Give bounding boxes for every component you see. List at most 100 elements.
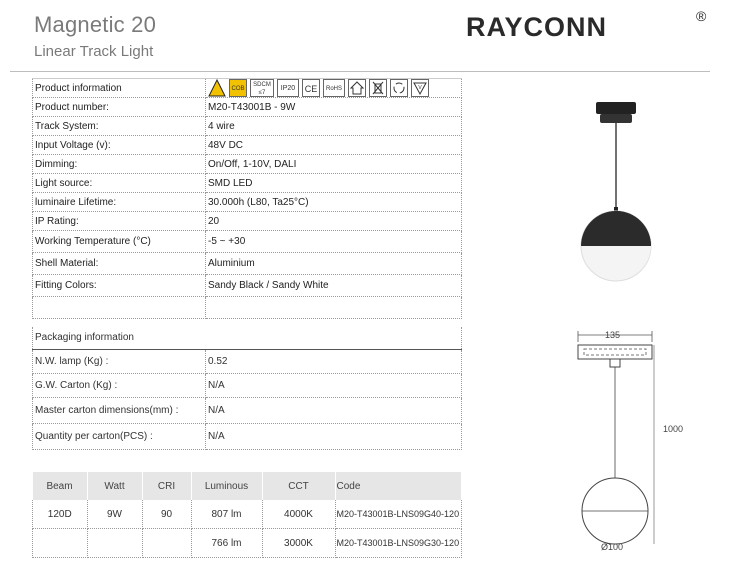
packaging-row: Master carton dimensions(mm) : N/A — [32, 397, 462, 424]
product-codes-table: Beam Watt CRI Luminous CCT Code 120D 9W … — [32, 472, 462, 558]
recycle-icon — [390, 79, 408, 97]
beam-cell: 120D — [32, 500, 88, 529]
warning-icon — [208, 78, 226, 97]
cri-cell — [142, 528, 192, 558]
spec-row: Dimming: On/Off, 1-10V, DALI — [32, 154, 462, 174]
globe-lamp — [580, 210, 652, 282]
packaging-value: N/A — [205, 373, 462, 398]
spec-row: Working Temperature (°C) -5 ~ +30 — [32, 230, 462, 253]
luminous-cell: 807 lm — [191, 500, 263, 529]
cct-cell: 3000K — [262, 528, 336, 558]
codes-row: 766 lm 3000K M20-T43001B-LNS09G30-120 — [32, 528, 462, 558]
spec-row: luminaire Lifetime: 30.000h (L80, Ta25°C) — [32, 192, 462, 212]
brand-logo: RAYCONN — [466, 12, 608, 42]
codes-row: 120D 9W 90 807 lm 4000K M20-T43001B-LNS0… — [32, 500, 462, 529]
sdcm-icon: SDCM ≤7 — [250, 79, 274, 97]
spec-key: Fitting Colors: — [32, 274, 206, 297]
registered-mark: ® — [696, 8, 707, 24]
spec-row: Input Voltage (v): 48V DC — [32, 135, 462, 155]
spec-row: IP Rating: 20 — [32, 211, 462, 231]
spec-key: Product number: — [32, 97, 206, 117]
spec-value: On/Off, 1-10V, DALI — [205, 154, 462, 174]
technical-drawing — [577, 331, 655, 545]
spec-key: Shell Material: — [32, 252, 206, 275]
spec-value: Sandy Black / Sandy White — [205, 274, 462, 297]
ce-icon: CE — [302, 79, 320, 97]
product-title: Magnetic 20 — [34, 12, 157, 37]
spec-key: Input Voltage (v): — [32, 135, 206, 155]
code-cell: M20-T43001B-LNS09G40-120 — [335, 500, 462, 529]
cert-icons: COB SDCM ≤7 IP20 CE RoHS V — [208, 78, 429, 97]
spec-row: Product number: M20-T43001B - 9W — [32, 97, 462, 117]
packaging-label: Packaging information — [32, 327, 462, 350]
spec-row: Fitting Colors: Sandy Black / Sandy White — [32, 274, 462, 297]
adapter-inner-outline — [583, 348, 647, 356]
cri-cell: 90 — [142, 500, 192, 529]
track-adapter — [596, 102, 636, 123]
spec-value: SMD LED — [205, 173, 462, 193]
rohs-icon: RoHS — [323, 79, 345, 97]
beam-cell — [32, 528, 88, 558]
spec-row — [32, 296, 462, 319]
packaging-key: Quantity per carton(PCS) : — [32, 423, 206, 450]
house-icon — [348, 79, 366, 97]
col-header-code: Code — [335, 472, 462, 500]
cob-icon: COB — [229, 79, 247, 97]
packaging-header-row: Packaging information — [32, 327, 462, 350]
spec-value: 30.000h (L80, Ta25°C) — [205, 192, 462, 212]
spec-key — [32, 296, 206, 319]
packaging-key: N.W. lamp (Kg) : — [32, 349, 206, 374]
packaging-row: G.W. Carton (Kg) : N/A — [32, 373, 462, 398]
diameter-label: Ø100 — [601, 542, 624, 552]
spec-key: Track System: — [32, 116, 206, 136]
packaging-key: G.W. Carton (Kg) : — [32, 373, 206, 398]
product-info-label: Product information — [32, 78, 206, 98]
cct-cell: 4000K — [262, 500, 336, 529]
product-info-table: Product information COB SDCM ≤7 IP20 CE … — [32, 78, 462, 319]
col-header-cct: CCT — [262, 472, 336, 500]
height-dimension-label: 1000 — [663, 424, 684, 434]
spec-value — [205, 296, 462, 319]
track-adapter-outline — [577, 344, 653, 360]
luminous-cell: 766 lm — [191, 528, 263, 558]
spec-key: IP Rating: — [32, 211, 206, 231]
product-photo — [580, 102, 652, 282]
packaging-table: Packaging information N.W. lamp (Kg) :0.… — [32, 327, 462, 450]
product-info-header-row: Product information COB SDCM ≤7 IP20 CE … — [32, 78, 462, 98]
width-dimension-label: 135 — [605, 330, 621, 340]
triangle-v-icon: V — [411, 79, 429, 97]
spec-value: M20-T43001B - 9W — [205, 97, 462, 117]
cable-clamp-outline — [609, 358, 621, 368]
header-divider — [10, 71, 710, 72]
weee-bin-icon — [369, 79, 387, 97]
packaging-value: N/A — [205, 423, 462, 450]
spec-row: Light source: SMD LED — [32, 173, 462, 193]
spec-row: Shell Material: Aluminium — [32, 252, 462, 275]
spec-value: -5 ~ +30 — [205, 230, 462, 253]
cert-icons-cell: COB SDCM ≤7 IP20 CE RoHS V — [205, 78, 462, 98]
watt-cell: 9W — [87, 500, 143, 529]
ip20-icon: IP20 — [277, 79, 299, 97]
spec-value: 4 wire — [205, 116, 462, 136]
spec-key: Working Temperature (°C) — [32, 230, 206, 253]
spec-value: 48V DC — [205, 135, 462, 155]
spec-key: Dimming: — [32, 154, 206, 174]
codes-header-row: Beam Watt CRI Luminous CCT Code — [32, 472, 462, 500]
col-header-luminous: Luminous — [191, 472, 263, 500]
spec-row: Track System: 4 wire — [32, 116, 462, 136]
spec-value: Aluminium — [205, 252, 462, 275]
col-header-cri: CRI — [142, 472, 192, 500]
packaging-row: Quantity per carton(PCS) : N/A — [32, 423, 462, 450]
col-header-beam: Beam — [32, 472, 88, 500]
spec-value: 20 — [205, 211, 462, 231]
packaging-key: Master carton dimensions(mm) : — [32, 397, 206, 424]
col-header-watt: Watt — [87, 472, 143, 500]
packaging-value: 0.52 — [205, 349, 462, 374]
packaging-row: N.W. lamp (Kg) :0.52 — [32, 349, 462, 374]
packaging-value: N/A — [205, 397, 462, 424]
watt-cell — [87, 528, 143, 558]
code-cell: M20-T43001B-LNS09G30-120 — [335, 528, 462, 558]
spec-key: Light source: — [32, 173, 206, 193]
product-subtitle: Linear Track Light — [34, 43, 154, 60]
spec-key: luminaire Lifetime: — [32, 192, 206, 212]
